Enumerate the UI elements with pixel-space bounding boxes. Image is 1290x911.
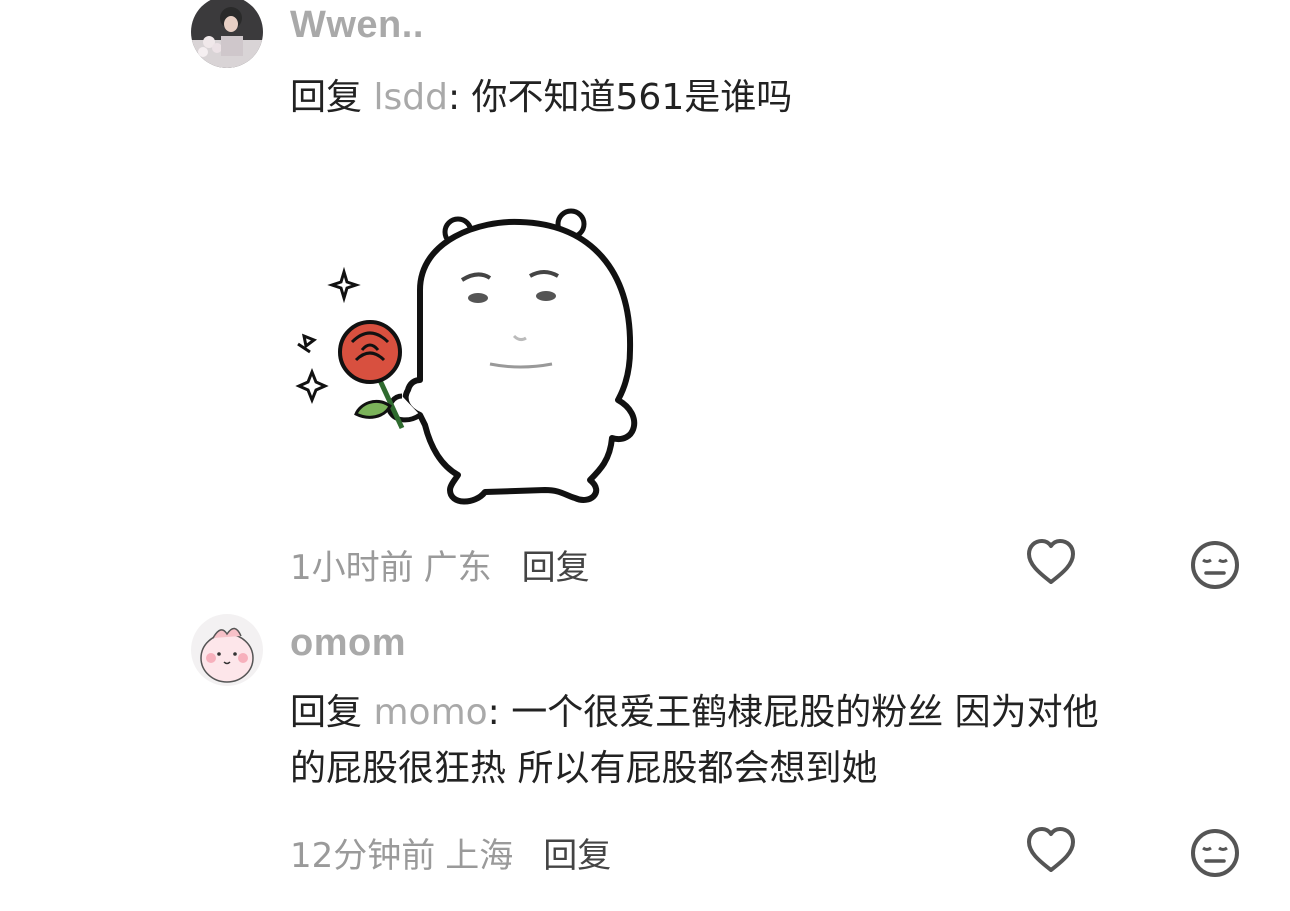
mention-separator: : <box>447 77 461 118</box>
reply-prefix: 回复 <box>290 77 363 118</box>
comment-item: omom 回复 momo: 一个很爱王鹤棣屁股的粉丝 因为对他 的屁股很狂热 所… <box>0 600 1290 911</box>
comment-meta: 12分钟前 上海 回复 <box>290 828 611 877</box>
location: 上海 <box>445 836 514 876</box>
comment-meta: 1小时前 广东 回复 <box>290 540 590 589</box>
heart-outline-icon[interactable] <box>1024 536 1078 590</box>
comment-line: 回复 momo: 一个很爱王鹤棣屁股的粉丝 因为对他 <box>290 685 1230 741</box>
comment-text: 回复 momo: 一个很爱王鹤棣屁股的粉丝 因为对他 的屁股很狂热 所以有屁股都… <box>290 685 1230 797</box>
avatar-photo-icon <box>191 0 263 68</box>
location: 广东 <box>423 548 492 588</box>
timestamp: 1小时前 <box>290 548 414 588</box>
mention-link[interactable]: momo <box>373 692 487 733</box>
comment-content: 你不知道561是谁吗 <box>460 77 793 118</box>
avatar[interactable] <box>191 0 263 68</box>
comment-content: 一个很爱王鹤棣屁股的粉丝 因为对他 <box>499 692 1099 733</box>
comment-line: 的屁股很狂热 所以有屁股都会想到她 <box>290 748 878 789</box>
bear-holding-rose-sticker[interactable] <box>290 200 650 510</box>
timestamp: 12分钟前 <box>290 836 436 876</box>
mention-separator: : <box>487 692 500 733</box>
mention-link[interactable]: lsdd <box>373 77 447 118</box>
reply-prefix: 回复 <box>290 692 363 733</box>
comment-item: Wwen.. 回复 lsdd: 你不知道561是谁吗 1小时前 广东 回复 <box>0 0 1290 600</box>
username[interactable]: omom <box>290 622 406 665</box>
reply-button[interactable]: 回复 <box>543 836 611 876</box>
comment-text: 回复 lsdd: 你不知道561是谁吗 <box>290 70 1230 126</box>
cartoon-avatar-icon <box>191 614 263 686</box>
avatar[interactable] <box>191 614 263 686</box>
meh-face-icon[interactable] <box>1188 538 1242 592</box>
meh-face-icon[interactable] <box>1188 826 1242 880</box>
heart-outline-icon[interactable] <box>1024 824 1078 878</box>
reply-button[interactable]: 回复 <box>522 548 590 588</box>
username[interactable]: Wwen.. <box>290 4 424 47</box>
